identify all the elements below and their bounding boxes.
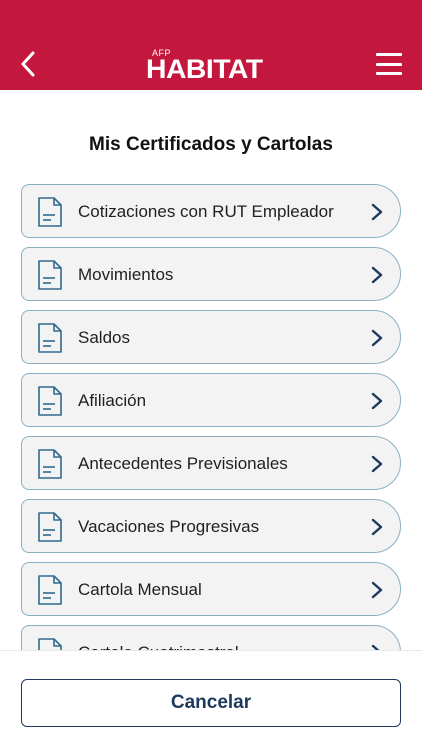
menu-icon-bar	[376, 53, 402, 56]
chevron-right-icon	[371, 329, 383, 347]
footer-bar: Cancelar	[0, 650, 422, 750]
chevron-left-icon	[21, 51, 35, 77]
page-title: Mis Certificados y Cartolas	[89, 134, 333, 155]
chevron-right-icon	[371, 455, 383, 473]
habitat-logo: AFP HABITAT	[146, 48, 286, 84]
list-item-antecedentes[interactable]: Antecedentes Previsionales	[21, 436, 401, 490]
list-item-label: Afiliación	[78, 391, 147, 410]
document-icon	[38, 449, 62, 479]
list-item-label: Vacaciones Progresivas	[78, 517, 260, 536]
back-button[interactable]	[14, 48, 42, 80]
document-icon	[38, 386, 62, 416]
certificates-list[interactable]: Cotizaciones con RUT Empleador Movimient…	[0, 184, 422, 654]
list-item-label: Antecedentes Previsionales	[78, 454, 288, 473]
list-item-label: Saldos	[78, 328, 130, 347]
chevron-right-icon	[371, 266, 383, 284]
list-item-movimientos[interactable]: Movimientos	[21, 247, 401, 301]
document-icon	[38, 197, 62, 227]
list-item-label: Movimientos	[78, 265, 174, 284]
document-icon	[38, 260, 62, 290]
logo-brand-text: HABITAT	[146, 54, 263, 84]
list-item-vacaciones[interactable]: Vacaciones Progresivas	[21, 499, 401, 553]
list-item-cotizaciones[interactable]: Cotizaciones con RUT Empleador	[21, 184, 401, 238]
chevron-right-icon	[371, 203, 383, 221]
document-icon	[38, 323, 62, 353]
chevron-right-icon	[371, 518, 383, 536]
document-icon	[38, 575, 62, 605]
list-item-cartola-mensual[interactable]: Cartola Mensual	[21, 562, 401, 616]
document-icon	[38, 512, 62, 542]
hamburger-menu-button[interactable]	[374, 50, 404, 78]
menu-icon-bar	[376, 72, 402, 75]
list-item-saldos[interactable]: Saldos	[21, 310, 401, 364]
chevron-right-icon	[371, 581, 383, 599]
list-item-label: Cartola Mensual	[78, 580, 202, 599]
chevron-right-icon	[371, 392, 383, 410]
list-item-afiliacion[interactable]: Afiliación	[21, 373, 401, 427]
cancel-button[interactable]: Cancelar	[21, 679, 401, 727]
list-item-label: Cotizaciones con RUT Empleador	[78, 202, 334, 221]
app-header: AFP HABITAT	[0, 0, 422, 90]
menu-icon-bar	[376, 62, 402, 66]
